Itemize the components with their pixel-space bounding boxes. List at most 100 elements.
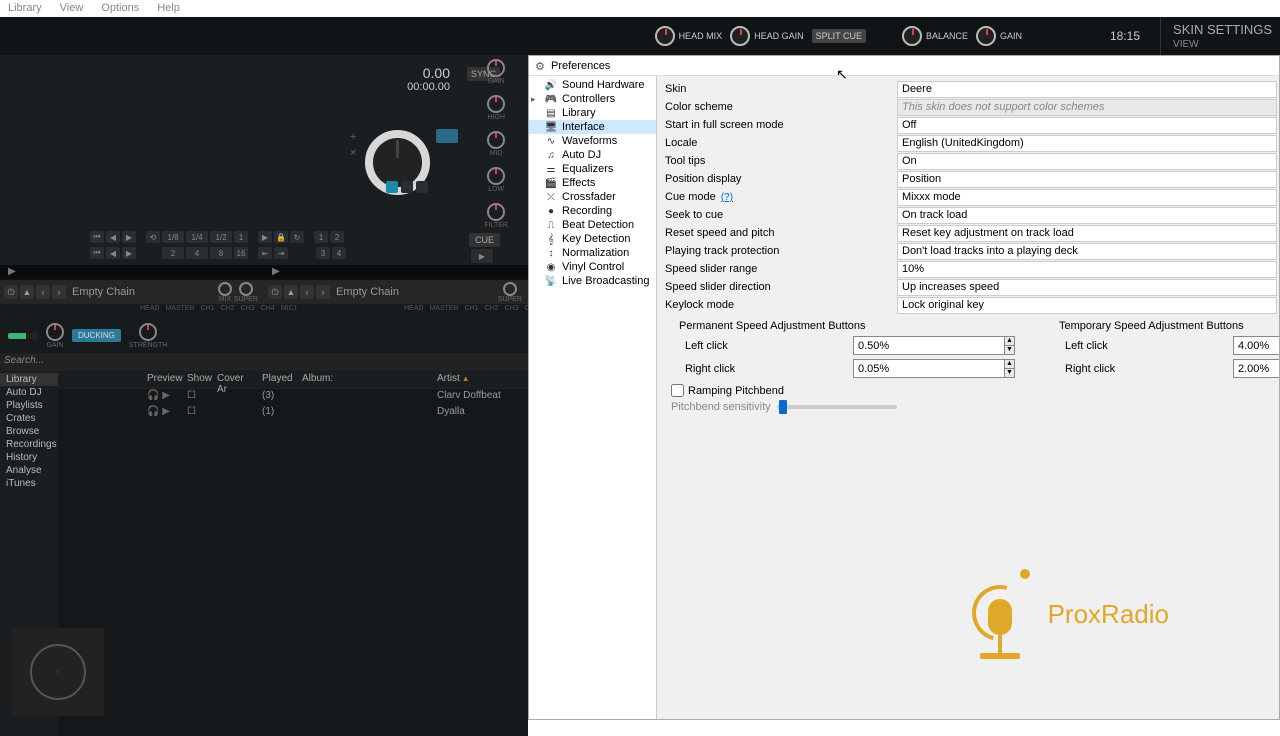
route-ch1-2[interactable]: CH1 [465, 305, 479, 312]
beat-1[interactable]: 1 [234, 231, 248, 243]
preview-deck[interactable]: · [12, 628, 104, 716]
menu-library[interactable]: Library [8, 2, 42, 15]
route-ch2-1[interactable]: CH2 [221, 305, 235, 312]
eff-expand-2[interactable]: ▲ [284, 285, 298, 299]
route-ch4-1[interactable]: CH4 [261, 305, 275, 312]
spin-down-icon[interactable]: ▼ [1005, 369, 1014, 377]
btn-out[interactable]: ⇥ [274, 247, 288, 259]
eff-power-2[interactable]: ⏻ [268, 285, 282, 299]
ducking-strength[interactable]: STRENGTH [129, 323, 168, 349]
temp-right-input[interactable] [1234, 360, 1279, 377]
tree-itunes[interactable]: iTunes [0, 477, 58, 490]
hotcue-2[interactable]: 2 [330, 231, 344, 243]
perm-left-spinbox[interactable]: ▲▼ [853, 336, 1015, 355]
prefs-nav-library[interactable]: ▤Library [529, 106, 656, 120]
prefs-nav-vinyl-control[interactable]: ◉Vinyl Control [529, 260, 656, 274]
spin-up-icon[interactable]: ▲ [1005, 360, 1014, 369]
route-head-2[interactable]: HEAD [404, 305, 423, 312]
pref-value-dropdown[interactable]: Position [897, 171, 1277, 188]
hotcue-1[interactable]: 1 [314, 231, 328, 243]
temp-right-spinbox[interactable]: ▲▼ [1233, 359, 1279, 378]
library-search-input[interactable]: Search... [0, 353, 528, 371]
hotcue-4[interactable]: 4 [332, 247, 346, 259]
btn-skip-prev[interactable]: ⏮ [90, 247, 104, 259]
perm-right-spinbox[interactable]: ▲▼ [853, 359, 1015, 378]
waveform-overview[interactable]: ▶ ▶ [0, 265, 528, 279]
col-artist[interactable]: Artist▲ [433, 371, 513, 388]
spin-down-icon[interactable]: ▼ [1005, 346, 1014, 354]
balance-control[interactable]: BALANCE [902, 26, 968, 46]
prefs-nav-recording[interactable]: ●Recording [529, 204, 656, 218]
prefs-nav-beat-detection[interactable]: ⎍Beat Detection [529, 218, 656, 232]
ramping-pitchbend-checkbox[interactable] [671, 384, 684, 397]
col-played[interactable]: Played [258, 371, 298, 388]
pref-value-dropdown[interactable]: Deere [897, 81, 1277, 98]
col-preview[interactable]: Preview [143, 371, 183, 388]
tree-autodj[interactable]: Auto DJ [0, 386, 58, 399]
btn-prev[interactable]: ◀ [106, 231, 120, 243]
tree-browse[interactable]: Browse [0, 425, 58, 438]
prefs-nav-effects[interactable]: 🎬Effects [529, 176, 656, 190]
eff-prev-1[interactable]: ‹ [36, 285, 50, 299]
deck-opt-3[interactable] [416, 181, 428, 193]
table-row[interactable]: 🎧 ▶ ☐ (1) Dyalla [58, 405, 528, 421]
expand-icon[interactable]: ▸ [531, 94, 536, 105]
pref-value-dropdown[interactable]: Off [897, 117, 1277, 134]
high-knob[interactable] [487, 95, 505, 113]
tree-analyse[interactable]: Analyse [0, 464, 58, 477]
split-cue-button[interactable]: SPLIT CUE [812, 29, 866, 43]
prefs-nav-normalization[interactable]: ↕Normalization [529, 246, 656, 260]
route-ch1-1[interactable]: CH1 [201, 305, 215, 312]
menu-view[interactable]: View [60, 2, 84, 15]
route-head-1[interactable]: HEAD [140, 305, 159, 312]
route-master-2[interactable]: MASTER [429, 305, 458, 312]
tree-crates[interactable]: Crates [0, 412, 58, 425]
deck-opt-2[interactable] [401, 181, 413, 193]
route-ch3-2[interactable]: CH3 [505, 305, 519, 312]
eff-power-1[interactable]: ⏻ [4, 285, 18, 299]
btn-reload[interactable]: ↻ [290, 231, 304, 243]
route-mic-1[interactable]: MIC1 [281, 305, 298, 312]
col-cover[interactable]: Cover Ar [213, 371, 258, 388]
pref-value-dropdown[interactable]: English (UnitedKingdom) [897, 135, 1277, 152]
pref-value-dropdown[interactable]: On track load [897, 207, 1277, 224]
pref-value-dropdown[interactable]: Up increases speed [897, 279, 1277, 296]
route-ch3-1[interactable]: CH3 [241, 305, 255, 312]
vu-meter-button[interactable] [436, 129, 458, 143]
perm-right-input[interactable] [854, 360, 1004, 377]
hotcue-3[interactable]: 3 [316, 247, 330, 259]
beat-8[interactable]: 8 [210, 247, 232, 259]
pref-value-dropdown[interactable]: On [897, 153, 1277, 170]
help-link[interactable]: (?) [721, 192, 733, 203]
btn-in[interactable]: ⇤ [258, 247, 272, 259]
pref-value-dropdown[interactable]: Lock original key [897, 297, 1277, 314]
btn-rew[interactable]: ◀ [106, 247, 120, 259]
pitchbend-slider[interactable] [777, 405, 897, 409]
route-ch2-2[interactable]: CH2 [485, 305, 499, 312]
head-mix-control[interactable]: HEAD MIX [655, 26, 723, 46]
beat-1-2[interactable]: 1/2 [210, 231, 232, 243]
btn-prev-fast[interactable]: ⏮ [90, 231, 104, 243]
pref-value-dropdown[interactable]: Don't load tracks into a playing deck [897, 243, 1277, 260]
beat-1-4[interactable]: 1/4 [186, 231, 208, 243]
mid-knob[interactable] [487, 131, 505, 149]
route-master-1[interactable]: MASTER [165, 305, 194, 312]
mix-knob-1[interactable]: MIX [218, 282, 232, 303]
menu-options[interactable]: Options [101, 2, 139, 15]
preferences-titlebar[interactable]: ⚙ Preferences [529, 56, 1279, 76]
col-album[interactable]: Album: [298, 371, 433, 388]
spin-up-icon[interactable]: ▲ [1005, 337, 1014, 346]
btn-next[interactable]: ▶ [122, 231, 136, 243]
beat-1-8[interactable]: 1/8 [162, 231, 184, 243]
btn-loop[interactable]: ⟲ [146, 231, 160, 243]
prefs-nav-sound-hardware[interactable]: 🔊Sound Hardware [529, 78, 656, 92]
tree-library[interactable]: Library [0, 373, 58, 386]
eff-prev-2[interactable]: ‹ [300, 285, 314, 299]
tree-recordings[interactable]: Recordings [0, 438, 58, 451]
pref-value-dropdown[interactable]: Mixxx mode [897, 189, 1277, 206]
btn-lock[interactable]: 🔒 [274, 231, 288, 243]
deck-opt-1[interactable] [386, 181, 398, 193]
master-gain-control[interactable]: GAIN [976, 26, 1022, 46]
temp-left-input[interactable] [1234, 337, 1279, 354]
overview-play-1[interactable]: ▶ [8, 266, 16, 277]
